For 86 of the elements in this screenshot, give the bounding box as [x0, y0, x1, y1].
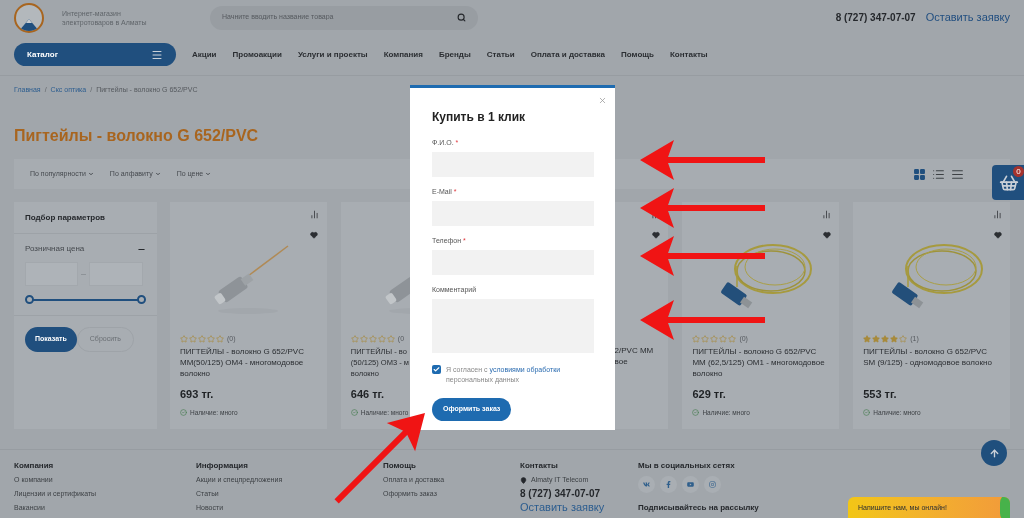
footer-heading: Мы в социальных сетях	[638, 461, 736, 471]
footer-heading: Контакты	[520, 461, 559, 471]
price-slider[interactable]	[25, 294, 146, 305]
phone-number[interactable]: 8 (727) 347-07-07	[835, 10, 916, 25]
consent-checkbox[interactable]	[432, 365, 441, 374]
compare-icon[interactable]	[822, 210, 832, 219]
nav-link[interactable]: Компания	[383, 48, 423, 61]
caret-icon	[87, 171, 94, 177]
star-icon	[368, 334, 377, 343]
product-price: 646 тг.	[350, 387, 386, 402]
search-icon[interactable]	[457, 13, 466, 22]
heart-icon[interactable]	[822, 231, 831, 239]
basket-icon	[999, 172, 1019, 193]
cart-button[interactable]: 0	[992, 165, 1024, 200]
list-view-icon[interactable]	[932, 167, 945, 181]
social-button[interactable]	[638, 476, 655, 493]
footer-heading: Помощь	[383, 461, 417, 471]
product-name[interactable]: ПИГТЕЙЛЫ - волокно G 652/PVC MM (62,5/125) OM1 - многомодовое волокно	[692, 346, 830, 380]
product-name[interactable]: ПИГТЕЙЛЫ - волокно G 652/PVC SM (9/125) - одномодовое волокно	[863, 346, 1000, 380]
heart-icon[interactable]	[651, 231, 660, 239]
product-price: 693 тг.	[180, 387, 215, 402]
star-icon	[692, 334, 701, 343]
filter-title: Подбор параметров	[14, 202, 157, 234]
star-icon	[377, 334, 386, 343]
social-button[interactable]	[682, 476, 699, 493]
heart-icon[interactable]	[310, 231, 319, 239]
nav-link[interactable]: Помощь	[621, 48, 654, 61]
star-icon	[701, 334, 710, 343]
compare-icon[interactable]	[309, 210, 319, 219]
footer-heading: Информация	[196, 461, 249, 471]
grid-view-icon[interactable]	[913, 167, 926, 181]
star-icon	[872, 334, 881, 343]
product-price: 553 тг.	[863, 387, 898, 402]
compare-icon[interactable]	[993, 210, 1002, 219]
social-button[interactable]	[660, 476, 677, 493]
star-icon	[899, 334, 908, 343]
star-icon	[881, 334, 890, 343]
close-icon[interactable]	[598, 96, 607, 105]
nav-link[interactable]: Контакты	[669, 48, 708, 61]
youtube-icon	[687, 481, 694, 488]
footer-heading: Компания	[14, 461, 55, 471]
check-circle-icon	[692, 408, 700, 416]
slider-handle[interactable]	[25, 295, 34, 304]
caret-icon	[154, 171, 161, 177]
nav-link[interactable]: Услуги и проекты	[297, 48, 368, 61]
slider-handle[interactable]	[137, 295, 146, 304]
phone-number[interactable]: 8 (727) 347-07-07	[520, 488, 638, 500]
star-icon	[863, 334, 872, 343]
table-view-icon[interactable]	[951, 167, 964, 181]
star-icon	[359, 334, 368, 343]
star-icon	[386, 334, 395, 343]
caret-icon	[205, 171, 212, 177]
cart-count-badge: 0	[1013, 166, 1024, 177]
request-link[interactable]: Оставить заявку	[520, 501, 638, 514]
subscribe-heading: Подписывайтесь на рассылку	[638, 503, 759, 513]
page-title: Пигтейлы - волокно G 652/PVC	[14, 127, 259, 145]
location-pin-icon	[520, 476, 527, 484]
check-icon	[433, 366, 440, 373]
instagram-icon	[709, 481, 716, 488]
product-price: 629 тг.	[692, 387, 727, 402]
nav-link[interactable]: Бренды	[438, 48, 471, 61]
check-circle-icon	[863, 408, 871, 416]
star-icon	[350, 334, 359, 343]
logo-icon[interactable]	[14, 2, 44, 33]
product-name[interactable]: ПИГТЕЙЛЫ - волокно G 652/PVC MM(50/125) OM4 - многомодовое волокно	[180, 346, 317, 380]
dialog-title: Купить в 1 клик	[432, 109, 527, 126]
star-icon	[710, 334, 719, 343]
nav-link[interactable]: Акции	[192, 48, 217, 61]
arrow-up-icon	[988, 447, 1000, 459]
star-icon	[728, 334, 737, 343]
heart-icon[interactable]	[993, 231, 1002, 239]
star-icon	[719, 334, 728, 343]
product-name: 2/PVC MM вое	[614, 345, 654, 367]
star-icon	[890, 334, 899, 343]
check-circle-icon	[180, 408, 187, 416]
filter-label: Розничная цена	[25, 243, 85, 255]
nav-link[interactable]: Промоакции	[232, 48, 282, 61]
check-circle-icon	[350, 408, 358, 416]
request-link[interactable]: Оставить заявку	[925, 9, 1010, 26]
catalog-button[interactable]: Каталог	[14, 43, 176, 66]
vk-icon	[643, 481, 650, 488]
nav-link[interactable]: Оплата и доставка	[530, 48, 606, 61]
menu-icon	[151, 48, 163, 61]
facebook-icon	[665, 481, 672, 488]
nav-link[interactable]: Статьи	[486, 48, 515, 61]
scroll-up-button[interactable]	[981, 440, 1007, 466]
